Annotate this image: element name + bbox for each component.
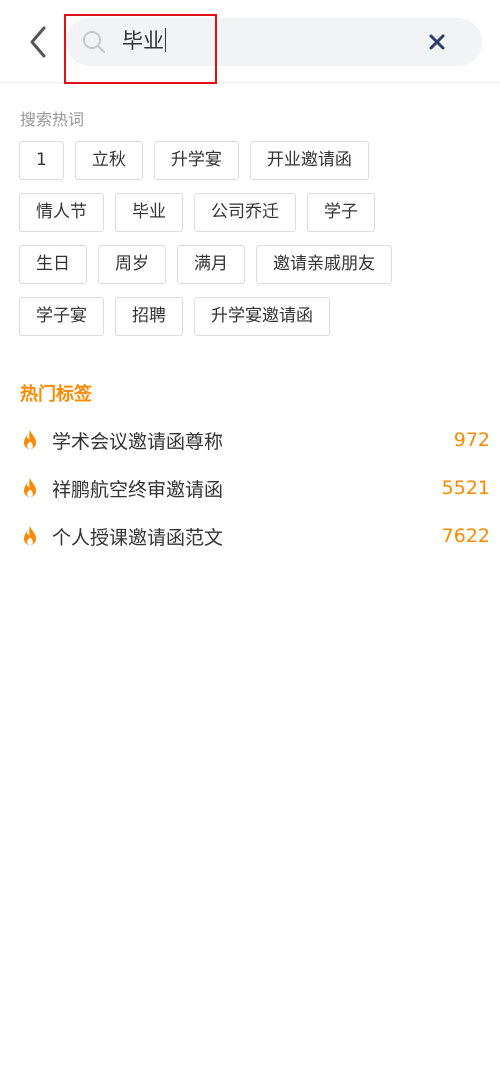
hot-word-tag[interactable]: 学子 — [307, 193, 375, 232]
list-item[interactable]: 学术会议邀请函尊称 972 — [20, 416, 490, 464]
hot-word-tag[interactable]: 立秋 — [74, 141, 143, 180]
list-item-count: 972 — [453, 429, 490, 451]
list-item-label: 学术会议邀请函尊称 — [52, 430, 224, 453]
hot-word-tag[interactable]: 学子宴 — [19, 297, 104, 336]
fire-icon — [24, 526, 36, 545]
search-input-highlight-box — [64, 14, 217, 84]
list-item[interactable]: 个人授课邀请函范文 7622 — [20, 512, 490, 560]
hot-word-tag[interactable]: 毕业 — [115, 193, 183, 232]
hot-word-tag[interactable]: 邀请亲戚朋友 — [256, 245, 392, 284]
fire-icon — [24, 478, 36, 497]
tag-row: 学子宴 招聘 升学宴邀请函 — [19, 297, 489, 336]
hot-tags-list: 学术会议邀请函尊称 972 祥鹏航空终审邀请函 5521 个人授课邀请函范文 7… — [20, 416, 490, 560]
hot-word-tag[interactable]: 升学宴 — [153, 141, 239, 180]
hot-word-tag[interactable]: 情人节 — [19, 193, 104, 232]
chevron-left-icon — [30, 26, 46, 58]
list-item-label: 祥鹏航空终审邀请函 — [52, 478, 224, 501]
hot-word-tag[interactable]: 生日 — [19, 245, 87, 284]
list-item-label: 个人授课邀请函范文 — [52, 526, 224, 549]
list-item[interactable]: 祥鹏航空终审邀请函 5521 — [20, 464, 490, 512]
hot-words-title: 搜索热词 — [20, 110, 85, 129]
list-item-count: 7622 — [441, 525, 490, 547]
tag-row: 1 立秋 升学宴 开业邀请函 — [19, 141, 489, 180]
list-item-count: 5521 — [441, 477, 490, 499]
hot-word-tag[interactable]: 1 — [19, 141, 64, 180]
tag-row: 生日 周岁 满月 邀请亲戚朋友 — [19, 245, 489, 284]
close-icon[interactable] — [428, 33, 446, 51]
hot-word-tag[interactable]: 招聘 — [115, 297, 183, 336]
back-button[interactable] — [24, 22, 54, 62]
hot-word-tag[interactable]: 开业邀请函 — [249, 141, 369, 180]
hot-word-tag[interactable]: 升学宴邀请函 — [194, 297, 330, 336]
hot-tags-title: 热门标签 — [20, 384, 92, 405]
hot-word-tag[interactable]: 满月 — [177, 245, 245, 284]
fire-icon — [24, 430, 36, 449]
hot-word-tag[interactable]: 周岁 — [98, 245, 166, 284]
hot-word-tag[interactable]: 公司乔迁 — [194, 193, 296, 232]
hot-words-tags: 1 立秋 升学宴 开业邀请函 情人节 毕业 公司乔迁 学子 生日 周岁 满月 邀… — [19, 141, 489, 349]
tag-row: 情人节 毕业 公司乔迁 学子 — [19, 193, 489, 232]
